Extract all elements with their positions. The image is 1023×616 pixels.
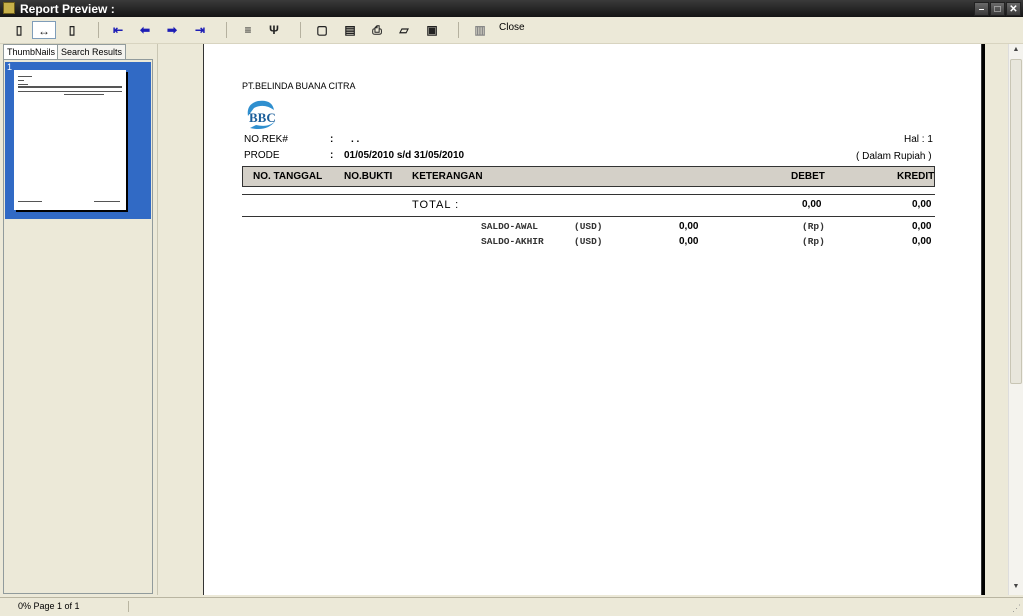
previous-page-icon[interactable]: ⬅: [135, 21, 155, 39]
print-icon[interactable]: ⎙: [367, 21, 387, 39]
toolbar-separator: [98, 22, 99, 38]
minimize-icon[interactable]: –: [974, 2, 989, 16]
total-debet: 0,00: [802, 199, 822, 210]
col-keterangan: KETERANGAN: [412, 171, 483, 182]
window-controls: – □ ✕: [973, 1, 1021, 16]
thumbnail-page: [14, 70, 126, 210]
saldo-akhir-cur-rp: (Rp): [802, 236, 825, 247]
next-page-icon[interactable]: ➡: [162, 21, 182, 39]
status-bar: 0% Page 1 of 1 ⋰: [0, 597, 1023, 614]
currency-note: ( Dalam Rupiah ): [856, 151, 932, 162]
saldo-awal-label: SALDO-AWAL: [481, 221, 539, 232]
toolbar-separator: [226, 22, 227, 38]
saldo-awal-usd: 0,00: [679, 221, 699, 232]
status-text: 0% Page 1 of 1: [18, 601, 80, 611]
save-icon[interactable]: ▣: [422, 21, 442, 39]
window-title: Report Preview :: [20, 2, 115, 16]
resize-grip-icon[interactable]: ⋰: [1012, 600, 1021, 616]
whole-page-icon[interactable]: ▯: [9, 21, 29, 39]
saldo-akhir-usd: 0,00: [679, 236, 699, 247]
first-page-icon[interactable]: ⇤: [108, 21, 128, 39]
thumbnail-item[interactable]: 1: [5, 62, 151, 219]
goto-page-icon[interactable]: ≡: [238, 21, 258, 39]
page-width-icon[interactable]: ↔: [32, 21, 56, 39]
full-page-icon[interactable]: ▯: [62, 21, 82, 39]
maximize-icon[interactable]: □: [990, 2, 1005, 16]
status-divider: [128, 601, 129, 612]
thumbnail-number: 1: [7, 62, 13, 72]
scroll-thumb[interactable]: [1010, 59, 1022, 384]
exit-icon[interactable]: ▥: [470, 21, 490, 39]
search-icon[interactable]: Ψ: [264, 21, 284, 39]
saldo-akhir-label: SALDO-AKHIR: [481, 236, 544, 247]
last-page-icon[interactable]: ⇥: [190, 21, 210, 39]
toolbar-separator: [458, 22, 459, 38]
divider-line: [242, 216, 935, 217]
tab-thumbnails[interactable]: ThumbNails: [3, 44, 60, 59]
close-window-icon[interactable]: ✕: [1006, 2, 1021, 16]
toolbar: ▯ ↔ ▯ ⇤ ⬅ ➡ ⇥ ≡ Ψ ▢ ▤ ⎙ ▱ ▣ ▥ Close: [0, 17, 1023, 44]
title-bar: Report Preview : – □ ✕: [0, 0, 1023, 17]
logo-text: BBC: [249, 110, 276, 125]
norek-value: . .: [351, 134, 360, 145]
toolbar-separator: [300, 22, 301, 38]
col-no-bukti: NO.BUKTI: [344, 171, 393, 182]
thumbnail-panel: ThumbNails Search Results 1: [2, 44, 154, 595]
prode-value: 01/05/2010 s/d 31/05/2010: [344, 150, 465, 161]
total-label: TOTAL :: [412, 199, 460, 211]
app-icon: [3, 2, 15, 14]
saldo-akhir-cur-usd: (USD): [574, 236, 603, 247]
company-logo-icon: BBC: [247, 100, 276, 129]
saldo-akhir-rp: 0,00: [912, 236, 932, 247]
thumbnail-list[interactable]: 1: [3, 59, 153, 594]
column-header-bar: NO. TANGGAL NO.BUKTI KETERANGAN DEBET KR…: [242, 166, 935, 187]
tab-search-results[interactable]: Search Results: [57, 44, 127, 59]
norek-colon: :: [330, 134, 334, 145]
close-button-label: Close: [499, 22, 525, 33]
col-debet: DEBET: [791, 171, 825, 182]
saldo-awal-rp: 0,00: [912, 221, 932, 232]
divider-line: [242, 194, 935, 195]
print-setup-icon[interactable]: ▤: [340, 21, 360, 39]
col-kredit: KREDIT: [897, 171, 935, 182]
prode-colon: :: [330, 150, 334, 161]
prode-label: PRODE: [244, 150, 280, 161]
page-number: Hal : 1: [904, 134, 933, 145]
new-document-icon[interactable]: ▢: [312, 21, 332, 39]
company-name: PT.BELINDA BUANA CITRA: [242, 81, 356, 91]
scroll-up-icon[interactable]: ▲: [1011, 46, 1021, 56]
report-page: PT.BELINDA BUANA CITRA BBC NO.REK# : . .…: [203, 44, 982, 595]
vertical-scrollbar[interactable]: ▲ ▼: [1008, 44, 1023, 595]
saldo-awal-cur-rp: (Rp): [802, 221, 825, 232]
saldo-awal-cur-usd: (USD): [574, 221, 603, 232]
total-kredit: 0,00: [912, 199, 932, 210]
col-no-tanggal: NO. TANGGAL: [253, 171, 323, 182]
scroll-down-icon[interactable]: ▼: [1011, 583, 1021, 593]
preview-area[interactable]: PT.BELINDA BUANA CITRA BBC NO.REK# : . .…: [157, 44, 1009, 595]
norek-label: NO.REK#: [244, 134, 288, 145]
open-icon[interactable]: ▱: [394, 21, 414, 39]
close-button[interactable]: Close: [499, 22, 525, 33]
